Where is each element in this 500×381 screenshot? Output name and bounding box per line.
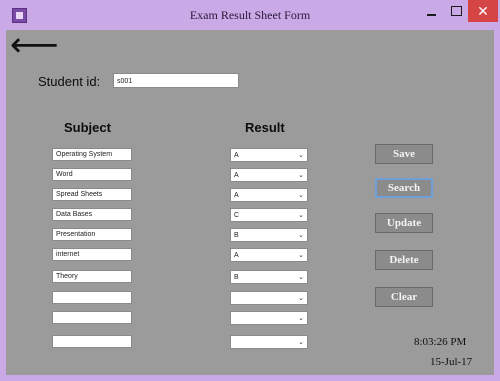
chevron-down-icon[interactable]: ⌄ (298, 229, 304, 242)
chevron-down-icon[interactable]: ⌄ (298, 271, 304, 284)
result-select[interactable]: A ⌄ (230, 168, 308, 182)
clock-date: 15-Jul-17 (430, 356, 473, 368)
title-bar[interactable]: Exam Result Sheet Form ✕ (0, 0, 500, 30)
subject-input[interactable]: Operating System (52, 148, 132, 161)
subject-input[interactable]: Spread Sheets (52, 188, 132, 201)
result-select-value: A (234, 192, 239, 199)
minimize-button[interactable] (418, 0, 444, 22)
result-select-value: C (234, 212, 240, 219)
result-select-value: B (234, 232, 239, 239)
exam-result-window: Exam Result Sheet Form ✕ ⟵ Student id: s… (0, 0, 500, 381)
result-select[interactable]: ⌄ (230, 311, 308, 325)
result-select-value: A (234, 252, 239, 259)
subject-input[interactable]: Presentation (52, 228, 132, 241)
result-select[interactable]: ⌄ (230, 291, 308, 305)
save-button[interactable]: Save (375, 144, 433, 164)
search-button[interactable]: Search (375, 178, 433, 198)
maximize-button[interactable] (444, 0, 468, 22)
maximize-icon (450, 6, 462, 16)
minimize-icon (426, 14, 436, 16)
left-arrow-icon[interactable]: ⟵ (10, 28, 59, 62)
subject-header: Subject (64, 120, 111, 135)
result-select-value: B (234, 274, 239, 281)
subject-input[interactable] (52, 291, 132, 304)
close-button[interactable]: ✕ (468, 0, 498, 22)
result-select-value: A (234, 152, 239, 159)
subject-input[interactable]: Word (52, 168, 132, 181)
result-select[interactable]: C ⌄ (230, 208, 308, 222)
result-select-value: A (234, 172, 239, 179)
chevron-down-icon[interactable]: ⌄ (298, 249, 304, 262)
update-button[interactable]: Update (375, 213, 433, 233)
result-select[interactable]: B ⌄ (230, 270, 308, 284)
result-select[interactable]: A ⌄ (230, 248, 308, 262)
clear-button[interactable]: Clear (375, 287, 433, 307)
subject-input[interactable]: Data Bases (52, 208, 132, 221)
clock-time: 8:03:26 PM (414, 336, 467, 348)
result-select[interactable]: B ⌄ (230, 228, 308, 242)
delete-button[interactable]: Delete (375, 250, 433, 270)
result-header: Result (245, 120, 285, 135)
subject-input[interactable] (52, 311, 132, 324)
subject-input[interactable] (52, 335, 132, 348)
result-select[interactable]: ⌄ (230, 335, 308, 349)
chevron-down-icon[interactable]: ⌄ (298, 189, 304, 202)
chevron-down-icon[interactable]: ⌄ (298, 209, 304, 222)
student-id-label: Student id: (38, 74, 101, 89)
chevron-down-icon[interactable]: ⌄ (298, 149, 304, 162)
form-client-area: ⟵ Student id: s001 Subject Result Operat… (6, 28, 494, 375)
subject-input[interactable]: Theory (52, 270, 132, 283)
chevron-down-icon[interactable]: ⌄ (298, 336, 304, 349)
student-id-input[interactable]: s001 (113, 73, 239, 88)
chevron-down-icon[interactable]: ⌄ (298, 312, 304, 325)
close-icon: ✕ (477, 3, 489, 19)
chevron-down-icon[interactable]: ⌄ (298, 169, 304, 182)
chevron-down-icon[interactable]: ⌄ (298, 292, 304, 305)
result-select[interactable]: A ⌄ (230, 148, 308, 162)
subject-input[interactable]: internet (52, 248, 132, 261)
result-select[interactable]: A ⌄ (230, 188, 308, 202)
